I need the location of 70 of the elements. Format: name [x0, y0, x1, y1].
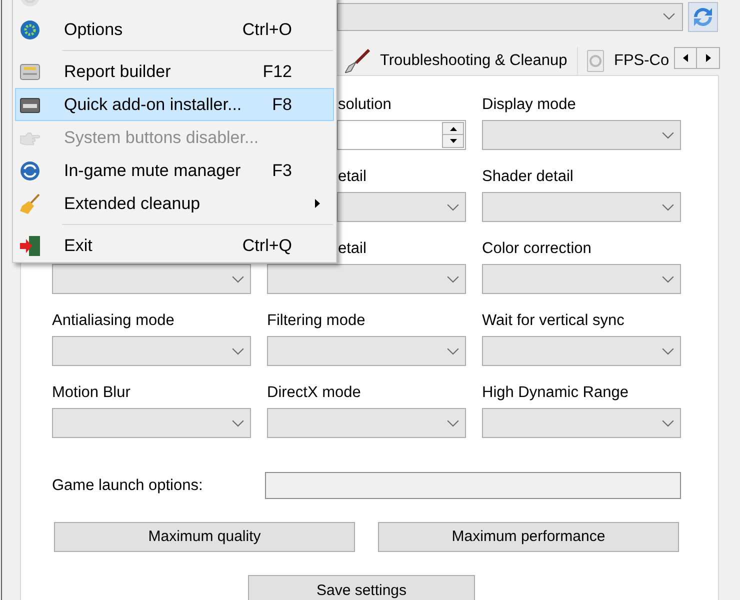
chevron-down-icon [232, 420, 244, 426]
dropdown[interactable] [482, 192, 681, 222]
chevron-down-icon [447, 348, 459, 354]
dropdown[interactable] [337, 192, 466, 222]
exit-icon [20, 236, 40, 256]
chevron-down-icon [232, 348, 244, 354]
dropdown[interactable] [482, 264, 681, 294]
gear-icon [20, 20, 40, 40]
dropdown[interactable] [267, 264, 466, 294]
refresh-icon [692, 6, 714, 28]
chevron-down-icon [662, 132, 674, 138]
field-label: etail [338, 168, 366, 186]
chevron-down-icon [662, 348, 674, 354]
menu-item[interactable]: In-game mute manager F3 [15, 154, 334, 187]
menu-item[interactable]: Report builder F12 [15, 55, 334, 88]
save-button[interactable]: Save settings [248, 575, 475, 600]
field-label: Antialiasing mode [52, 312, 174, 330]
chevron-down-icon [447, 204, 459, 210]
dropdown[interactable] [482, 336, 681, 366]
shortcut-text: Ctrl+O [242, 18, 292, 41]
chevron-down-icon [662, 204, 674, 210]
sync-icon [20, 160, 40, 180]
dropdown[interactable] [52, 408, 251, 438]
chevron-down-icon [662, 420, 674, 426]
triangle-right-icon [706, 54, 710, 62]
field-label: Wait for vertical sync [482, 312, 624, 330]
field-label: DirectX mode [267, 384, 361, 402]
shortcut-text: F3 [272, 160, 292, 182]
triangle-up-icon [450, 126, 456, 130]
input-field[interactable] [265, 472, 681, 499]
dropdown[interactable] [482, 120, 681, 150]
dropdown[interactable] [267, 408, 466, 438]
shortcut-text: F8 [272, 94, 292, 116]
shortcut-text: Ctrl+Q [242, 234, 292, 257]
refresh-button[interactable] [688, 2, 718, 32]
field-label: Filtering mode [267, 312, 366, 330]
chevron-down-icon [447, 420, 459, 426]
spin-up-button[interactable] [442, 122, 464, 135]
field-label: Game launch options: [52, 476, 204, 496]
dropdown[interactable] [52, 336, 251, 366]
field-label: solution [338, 96, 392, 114]
field-label: Color correction [482, 240, 592, 258]
dropdown[interactable] [267, 336, 466, 366]
chevron-down-icon [662, 276, 674, 282]
field-label: Motion Blur [52, 384, 130, 402]
menu-item[interactable]: Extended cleanup [15, 187, 334, 220]
scroll-right-button[interactable] [697, 47, 720, 69]
chevron-down-icon [447, 276, 459, 282]
shortcut-text: F12 [262, 60, 292, 83]
brush-icon [345, 49, 370, 73]
tray-icon [20, 62, 40, 82]
menu-item[interactable]: Options Ctrl+O [15, 13, 334, 46]
dropdown[interactable] [52, 264, 251, 294]
preset-button[interactable]: Maximum quality [54, 522, 355, 552]
chevron-down-icon [663, 13, 675, 20]
chevron-down-icon [232, 276, 244, 282]
spin-down-button[interactable] [442, 135, 464, 148]
preset-button[interactable]: Maximum performance [378, 522, 679, 552]
triangle-left-icon [683, 54, 688, 62]
field-label: Shader detail [482, 168, 574, 186]
broom-icon [20, 194, 40, 214]
triangle-down-icon [450, 139, 456, 143]
menu-item[interactable]: Quick add-on installer... F8 [15, 88, 334, 121]
menu-item[interactable]: Exit Ctrl+Q [15, 229, 334, 262]
field-label: etail [338, 240, 366, 258]
dropdown[interactable] [337, 2, 683, 30]
field-label: High Dynamic Range [482, 384, 628, 402]
scroll-left-button[interactable] [674, 47, 697, 69]
field-label: Display mode [482, 96, 576, 114]
dropdown[interactable] [482, 408, 681, 438]
